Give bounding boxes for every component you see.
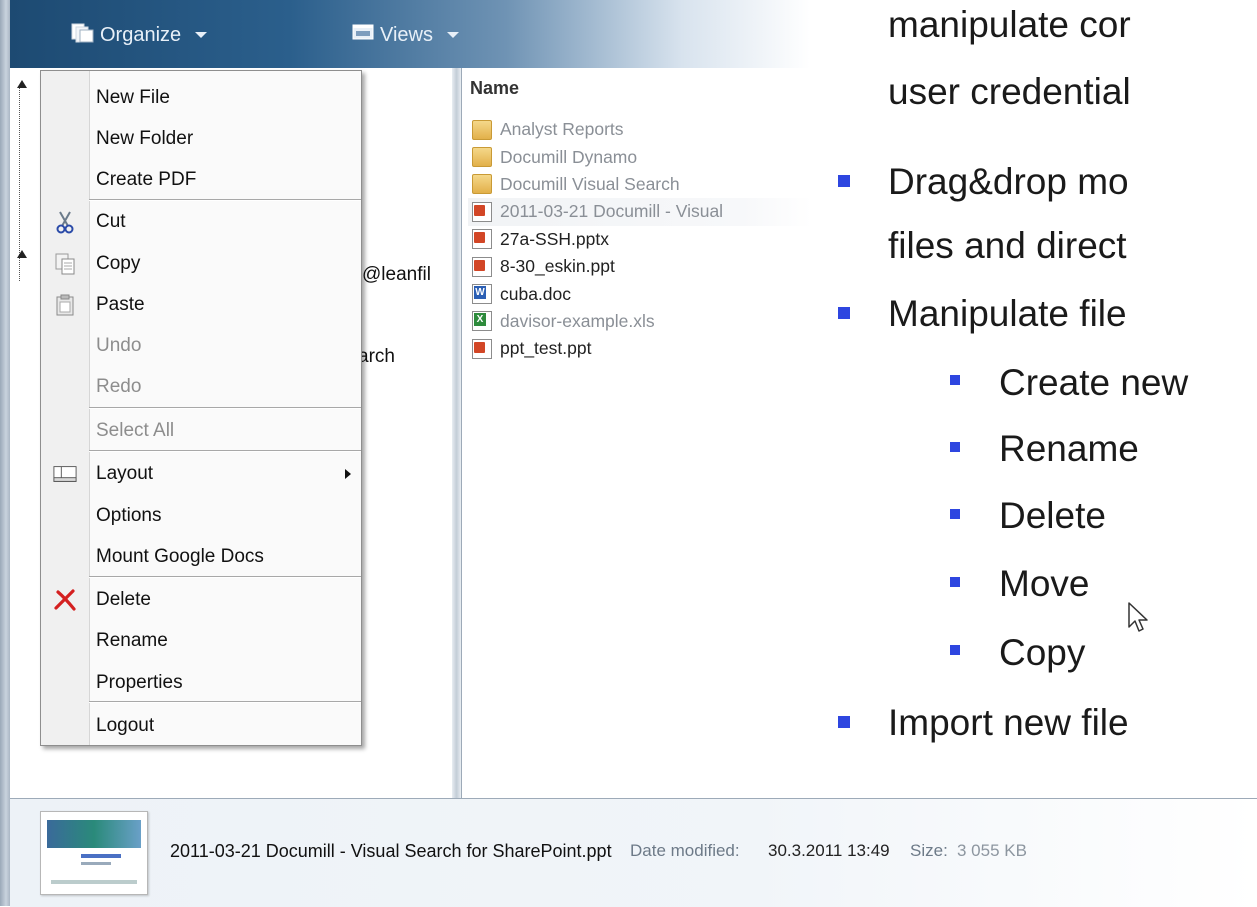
menu-item-new-file[interactable]: New File <box>41 80 361 116</box>
sub-bullet-icon <box>950 577 960 587</box>
menu-item-delete[interactable]: Delete <box>41 582 361 618</box>
window-left-border <box>0 0 10 906</box>
organize-dropdown-icon <box>195 32 208 38</box>
list-item[interactable]: Analyst Reports <box>468 116 812 143</box>
menu-separator <box>89 407 361 409</box>
organize-icon <box>70 21 96 49</box>
column-header-name[interactable]: Name <box>470 78 519 99</box>
slide-sub-bullet-text: Move <box>999 563 1090 604</box>
menu-item-options[interactable]: Options <box>41 498 361 534</box>
list-item[interactable]: 8-30_eskin.ppt <box>468 253 812 280</box>
slide-sub-bullet-text: Copy <box>999 632 1086 673</box>
menu-item-logout[interactable]: Logout <box>41 708 361 744</box>
bullet-icon <box>838 175 850 187</box>
slide-bullet-text: Import new file <box>888 702 1129 743</box>
views-dropdown-icon <box>447 32 459 38</box>
explorer-toolbar: Organize Views <box>10 0 810 69</box>
list-item[interactable]: ppt_test.ppt <box>468 335 812 362</box>
slide-sub-bullet-text: Create new <box>999 362 1189 403</box>
list-item[interactable]: Documill Dynamo <box>468 143 812 170</box>
excel-file-icon <box>472 311 492 332</box>
slide-text-line: user credential <box>888 71 1131 112</box>
slide-sub-bullet-text: Rename <box>999 428 1139 469</box>
organize-context-menu: New File New Folder Create PDF Cut Copy … <box>40 70 362 746</box>
size-label: Size: <box>910 841 948 860</box>
layout-icon <box>53 462 77 486</box>
menu-item-copy[interactable]: Copy <box>41 246 361 282</box>
list-item[interactable]: Documill Visual Search <box>468 171 812 198</box>
delete-x-icon <box>53 588 77 612</box>
date-modified-label: Date modified: <box>630 841 740 860</box>
views-icon <box>352 22 376 48</box>
ppt-file-icon <box>472 229 492 250</box>
sub-bullet-icon <box>950 645 960 655</box>
selected-file-name: 2011-03-21 Documill - Visual Search for … <box>170 841 612 861</box>
menu-item-properties[interactable]: Properties <box>41 665 361 701</box>
folder-icon <box>472 174 492 195</box>
organize-label: Organize <box>100 23 182 46</box>
tree-item-search[interactable]: arch <box>358 346 395 368</box>
list-item[interactable]: 27a-SSH.pptx <box>468 226 812 253</box>
menu-item-layout[interactable]: Layout <box>41 456 361 492</box>
bullet-icon <box>838 716 850 728</box>
views-button[interactable]: Views <box>352 22 459 48</box>
menu-item-select-all: Select All <box>96 420 175 441</box>
sub-bullet-icon <box>950 509 960 519</box>
menu-item-rename[interactable]: Rename <box>41 623 361 659</box>
menu-separator <box>89 199 361 201</box>
file-list-pane: Name Analyst Reports Documill Dynamo Doc… <box>462 68 812 798</box>
menu-item-paste[interactable]: Paste <box>41 287 361 323</box>
menu-separator <box>89 701 361 703</box>
tree-expand-icon[interactable] <box>17 250 27 258</box>
ppt-file-icon <box>472 256 492 277</box>
details-pane: 2011-03-21 Documill - Visual Search for … <box>10 798 1257 907</box>
menu-item-undo: Undo <box>96 335 142 356</box>
pane-splitter[interactable] <box>452 68 462 798</box>
menu-item-create-pdf[interactable]: Create PDF <box>41 162 361 198</box>
menu-item-redo: Redo <box>96 376 142 397</box>
folder-icon <box>472 119 492 140</box>
menu-item-new-folder[interactable]: New Folder <box>41 121 361 157</box>
organize-button[interactable]: Organize <box>70 21 208 49</box>
size-value: 3 055 KB <box>957 841 1027 860</box>
date-modified-value: 30.3.2011 13:49 <box>768 841 890 860</box>
word-file-icon <box>472 284 492 305</box>
menu-item-mount-google-docs[interactable]: Mount Google Docs <box>41 539 361 575</box>
list-item[interactable]: cuba.doc <box>468 280 812 307</box>
tree-item-email[interactable]: @leanfil <box>362 264 431 286</box>
slide-bullet-text: Manipulate file <box>888 293 1127 334</box>
list-item[interactable]: davisor-example.xls <box>468 308 812 335</box>
scissors-icon <box>53 210 77 234</box>
paste-icon <box>53 293 77 317</box>
slide-text-line: manipulate cor <box>888 4 1131 45</box>
mouse-cursor-icon <box>1127 601 1149 640</box>
copy-icon <box>53 252 77 276</box>
submenu-arrow-icon <box>345 469 351 479</box>
bullet-icon <box>838 307 850 319</box>
menu-separator <box>89 576 361 578</box>
tree-expand-icon[interactable] <box>17 80 27 88</box>
slide-bullet-text: files and direct <box>888 225 1127 266</box>
ppt-file-icon <box>472 338 492 359</box>
file-list: Analyst Reports Documill Dynamo Documill… <box>468 116 812 363</box>
list-item-selected[interactable]: 2011-03-21 Documill - Visual <box>468 198 812 226</box>
file-thumbnail <box>40 811 148 895</box>
menu-item-cut[interactable]: Cut <box>41 204 361 240</box>
menu-separator <box>89 450 361 452</box>
ppt-file-icon <box>472 201 492 222</box>
sub-bullet-icon <box>950 442 960 452</box>
slide-sub-bullet-text: Delete <box>999 495 1106 536</box>
views-label: Views <box>380 23 433 46</box>
slide-bullet-text: Drag&drop mo <box>888 161 1129 202</box>
folder-icon <box>472 147 492 168</box>
sub-bullet-icon <box>950 375 960 385</box>
